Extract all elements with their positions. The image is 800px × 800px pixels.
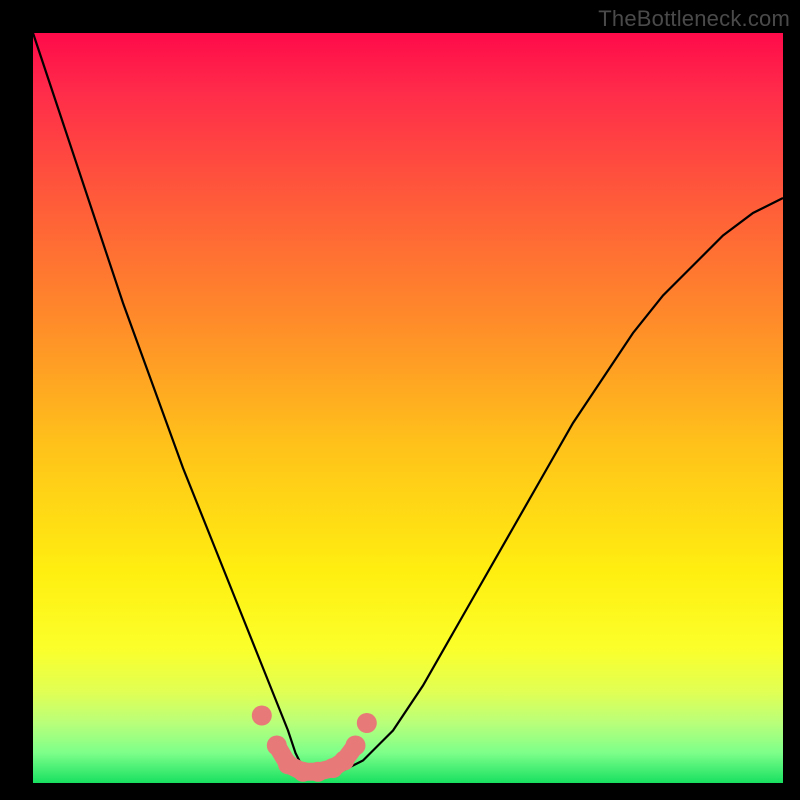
curve-marker bbox=[267, 736, 287, 756]
curve-layer bbox=[33, 33, 783, 783]
curve-marker bbox=[357, 713, 377, 733]
curve-marker bbox=[252, 706, 272, 726]
watermark-text: TheBottleneck.com bbox=[598, 6, 790, 32]
jewel-markers bbox=[252, 706, 377, 782]
plot-area bbox=[33, 33, 783, 783]
bottleneck-curve bbox=[33, 33, 783, 776]
chart-frame: TheBottleneck.com bbox=[0, 0, 800, 800]
curve-marker bbox=[346, 736, 366, 756]
